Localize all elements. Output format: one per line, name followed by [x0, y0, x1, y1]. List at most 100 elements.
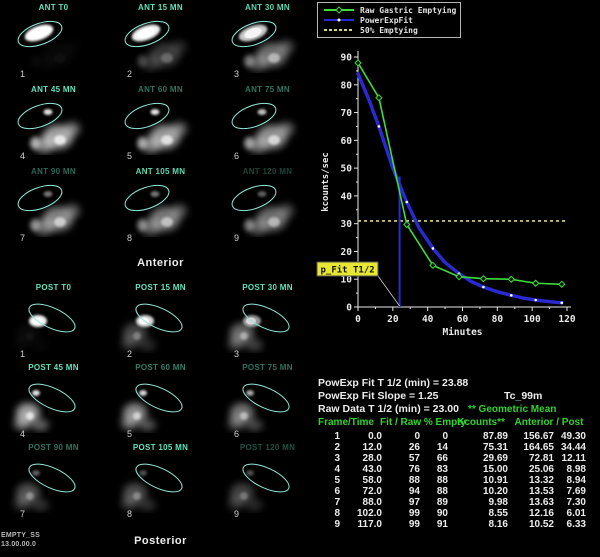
cell-fit-pct: 57: [380, 453, 420, 464]
frame-number: 8: [127, 233, 132, 243]
x-tick-label: 100: [524, 314, 541, 325]
legend-item: PowerExpFit: [322, 15, 456, 25]
cell-post: 8.94: [556, 475, 586, 486]
frame-number: 1: [20, 349, 25, 359]
cell-post: 6.33: [556, 519, 586, 530]
gastric-emptying-screen: ANT T01ANT 15 MN2ANT 30 MN3ANT 45 MN4ANT…: [0, 0, 600, 557]
y-axis-label: kcounts/sec: [321, 152, 331, 212]
study-id-name: EMPTY_SS: [1, 531, 40, 540]
legend-swatch: [322, 6, 356, 14]
legend-label: 50% Emptying: [360, 26, 418, 35]
y-tick-label: 40: [341, 191, 353, 202]
y-tick-label: 0: [346, 303, 352, 314]
posterior-frame-cell-7[interactable]: POST 90 MN7: [0, 442, 107, 522]
cell-kcounts: 75.31: [452, 442, 508, 453]
x-tick-label: 40: [422, 314, 434, 325]
posterior-frame-cell-4[interactable]: POST 45 MN4: [0, 362, 107, 442]
study-id-time: 13.00.00.0: [1, 540, 40, 549]
table-row: 9117.099918.1610.526.33: [318, 519, 600, 530]
cell-raw-pct: 89: [420, 497, 448, 508]
cell-time: 12.0: [342, 442, 382, 453]
cell-raw-pct: 83: [420, 464, 448, 475]
cell-fit-pct: 0: [380, 431, 420, 442]
cell-anterior: 156.67: [510, 431, 554, 442]
emptying-chart-panel: Raw Gastric EmptyingPowerExpFit50% Empty…: [316, 0, 600, 352]
legend-swatch: [322, 26, 356, 34]
table-row: 788.097899.9813.637.30: [318, 497, 600, 508]
header-fit-raw: Fit / Raw % Empty: [380, 417, 450, 428]
header-ant-post: Anterior / Post: [510, 417, 588, 428]
frame-number: 5: [127, 151, 132, 161]
frame-number: 9: [234, 233, 239, 243]
cell-fit-pct: 97: [380, 497, 420, 508]
cell-time: 28.0: [342, 453, 382, 464]
anterior-scintigram: [107, 93, 214, 155]
legend-swatch: [322, 16, 356, 24]
anterior-frame-cell-7[interactable]: ANT 90 MN7: [0, 166, 107, 246]
cell-anterior: 12.16: [510, 508, 554, 519]
t-half-flag[interactable]: p_Fit T1/2: [317, 262, 378, 276]
cell-kcounts: 29.69: [452, 453, 508, 464]
posterior-frame-cell-1[interactable]: POST T01: [0, 282, 107, 362]
legend-label: Raw Gastric Emptying: [360, 6, 456, 15]
cell-raw-pct: 0: [420, 431, 448, 442]
posterior-frame-cell-5[interactable]: POST 60 MN5: [107, 362, 214, 442]
legend-item: 50% Emptying: [322, 25, 456, 35]
cell-post: 49.30: [556, 431, 586, 442]
cell-frame: 6: [318, 486, 340, 497]
anterior-scintigram: [107, 175, 214, 237]
frame-number: 6: [234, 151, 239, 161]
header-kcounts: Kcounts**: [452, 417, 510, 428]
y-tick-label: 50: [341, 164, 353, 175]
posterior-frame-cell-9[interactable]: POST 120 MN9: [214, 442, 321, 522]
x-axis-label: Minutes: [442, 327, 482, 338]
frame-number: 6: [234, 429, 239, 439]
raw-data-point: [480, 276, 486, 282]
anterior-scintigram: [0, 11, 107, 73]
posterior-scintigram: [0, 371, 107, 433]
cell-fit-pct: 99: [380, 508, 420, 519]
y-tick-label: 70: [341, 108, 353, 119]
cell-raw-pct: 88: [420, 475, 448, 486]
anterior-frame-cell-6[interactable]: ANT 75 MN6: [214, 84, 321, 164]
cell-anterior: 25.06: [510, 464, 554, 475]
frame-number: 1: [20, 69, 25, 79]
cell-frame: 8: [318, 508, 340, 519]
posterior-frame-cell-8[interactable]: POST 105 MN8: [107, 442, 214, 522]
cell-frame: 1: [318, 431, 340, 442]
cell-frame: 2: [318, 442, 340, 453]
study-id-block: EMPTY_SS 13.00.00.0: [1, 531, 40, 549]
cell-kcounts: 87.89: [452, 431, 508, 442]
posterior-frame-cell-3[interactable]: POST 30 MN3: [214, 282, 321, 362]
posterior-scintigram: [214, 451, 321, 513]
chart-legend: Raw Gastric EmptyingPowerExpFit50% Empty…: [317, 2, 461, 38]
anterior-scintigram: [0, 93, 107, 155]
anterior-frame-cell-3[interactable]: ANT 30 MN3: [214, 2, 321, 82]
anterior-frame-cell-9[interactable]: ANT 120 MN9: [214, 166, 321, 246]
results-panel: PowExp Fit T 1/2 (min) = 23.88 PowExp Fi…: [318, 377, 600, 537]
posterior-frame-cell-6[interactable]: POST 75 MN6: [214, 362, 321, 442]
anterior-frame-cell-8[interactable]: ANT 105 MN8: [107, 166, 214, 246]
table-row: 328.0576629.6972.8112.11: [318, 453, 600, 464]
cell-fit-pct: 94: [380, 486, 420, 497]
cell-anterior: 13.63: [510, 497, 554, 508]
posterior-scintigram: [0, 291, 107, 353]
cell-time: 43.0: [342, 464, 382, 475]
isotope-label: Tc_99m: [504, 390, 542, 402]
table-row: 558.0888810.9113.328.94: [318, 475, 600, 486]
raw-emptying-curve: [358, 63, 562, 284]
anterior-frame-cell-2[interactable]: ANT 15 MN2: [107, 2, 214, 82]
frame-number: 9: [234, 509, 239, 519]
y-tick-label: 80: [341, 80, 353, 91]
cell-raw-pct: 90: [420, 508, 448, 519]
table-row: 10.00087.89156.6749.30: [318, 431, 600, 442]
cell-post: 7.30: [556, 497, 586, 508]
anterior-frame-cell-1[interactable]: ANT T01: [0, 2, 107, 82]
anterior-frame-cell-5[interactable]: ANT 60 MN5: [107, 84, 214, 164]
posterior-frame-cell-2[interactable]: POST 15 MN2: [107, 282, 214, 362]
cell-post: 8.98: [556, 464, 586, 475]
anterior-frame-cell-4[interactable]: ANT 45 MN4: [0, 84, 107, 164]
cell-frame: 9: [318, 519, 340, 530]
anterior-scintigram: [214, 11, 321, 73]
cell-kcounts: 15.00: [452, 464, 508, 475]
